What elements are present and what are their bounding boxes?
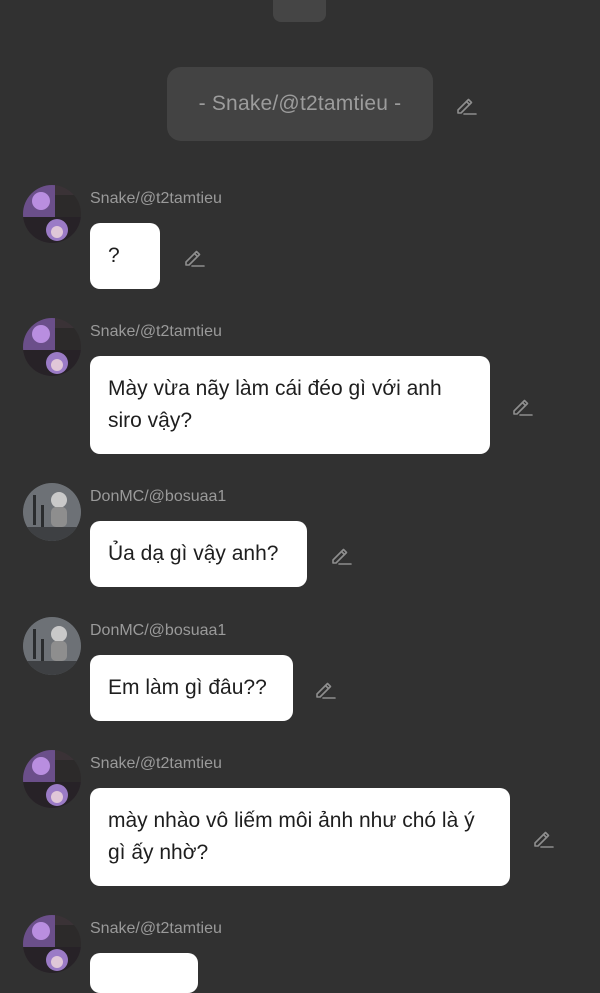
message-text: Em làm gì đâu??	[108, 676, 267, 699]
top-drag-handle[interactable]	[273, 0, 326, 22]
message-text: mày nhào vô liếm môi ảnh như chó là ý gì…	[108, 809, 475, 864]
message-author: Snake/@t2tamtieu	[90, 755, 222, 772]
message-bubble[interactable]: Mày vừa nãy làm cái đéo gì với anh siro …	[90, 356, 490, 454]
message-bubble[interactable]: Em làm gì đâu??	[90, 655, 293, 721]
pencil-edit-icon[interactable]	[329, 543, 353, 567]
avatar[interactable]	[23, 915, 81, 973]
pencil-edit-icon[interactable]	[531, 826, 555, 850]
message-text: ?	[108, 244, 120, 267]
message-author: DonMC/@bosuaa1	[90, 488, 227, 505]
pencil-edit-icon[interactable]	[313, 677, 337, 701]
pencil-edit-icon[interactable]	[510, 394, 534, 418]
avatar[interactable]	[23, 318, 81, 376]
avatar[interactable]	[23, 617, 81, 675]
message-text: Ủa dạ gì vậy anh?	[108, 542, 279, 565]
message-bubble[interactable]: Ủa dạ gì vậy anh?	[90, 521, 307, 587]
message-author: Snake/@t2tamtieu	[90, 190, 222, 207]
message-text: Mày vừa nãy làm cái đéo gì với anh siro …	[108, 377, 442, 432]
message-bubble[interactable]	[90, 953, 198, 993]
avatar[interactable]	[23, 185, 81, 243]
avatar[interactable]	[23, 483, 81, 541]
message-bubble[interactable]: mày nhào vô liếm môi ảnh như chó là ý gì…	[90, 788, 510, 886]
chat-title-pill[interactable]: - Snake/@t2tamtieu -	[167, 67, 433, 141]
chat-title: - Snake/@t2tamtieu -	[198, 92, 402, 115]
message-author: DonMC/@bosuaa1	[90, 622, 227, 639]
avatar[interactable]	[23, 750, 81, 808]
pencil-edit-icon[interactable]	[182, 245, 206, 269]
message-bubble[interactable]: ?	[90, 223, 160, 289]
pencil-edit-icon[interactable]	[454, 93, 478, 117]
message-author: Snake/@t2tamtieu	[90, 323, 222, 340]
message-author: Snake/@t2tamtieu	[90, 920, 222, 937]
